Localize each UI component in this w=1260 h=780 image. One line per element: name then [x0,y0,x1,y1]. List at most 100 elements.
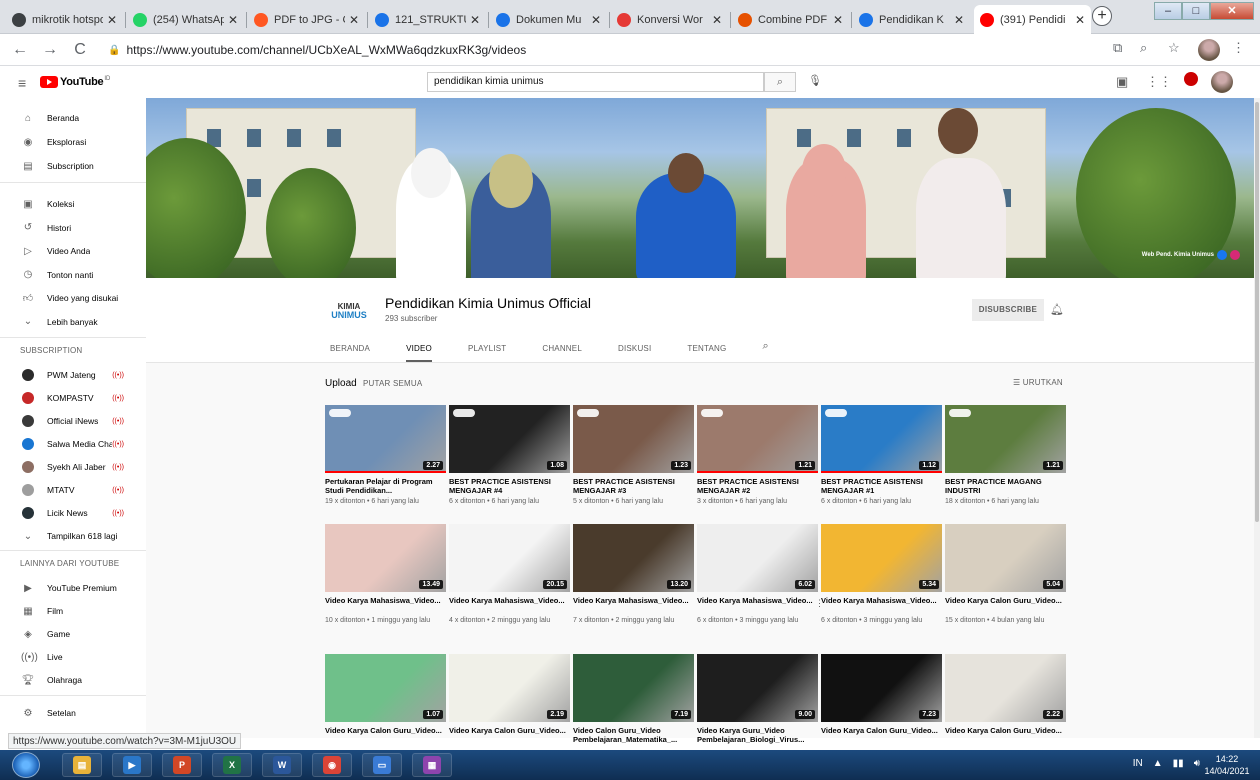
scrollbar-thumb[interactable] [1255,102,1259,522]
channel-tab-tentang[interactable]: TENTANG [687,336,726,362]
taskbar-app-winrar[interactable]: ▦ [412,753,452,777]
video-card[interactable]: 13.20 Video Karya Mahasiswa_Video... 7 x d… [573,524,694,636]
system-clock[interactable]: 14:22 14/04/2021 [1204,753,1250,777]
video-card[interactable]: 5.04 Video Karya Calon Guru_Video... 15 x … [945,524,1066,636]
sidebar-subscription-item[interactable]: Salwa Media Chan...((•)) [0,434,146,454]
taskbar-app-screen[interactable]: ▭ [362,753,402,777]
video-title[interactable]: Video Karya Guru_Video Pembelajaran_Biol… [697,727,818,744]
tab-close-icon[interactable]: ✕ [712,13,722,27]
sidebar-subscription-item[interactable]: KOMPASTV ((•)) [0,388,146,408]
tab-close-icon[interactable]: ✕ [954,13,964,27]
search-input[interactable]: pendidikan kimia unimus [427,72,764,92]
channel-tab-diskusi[interactable]: DISKUSI [618,336,651,362]
video-title[interactable]: Video Karya Calon Guru_Video... [325,727,446,736]
browser-tab[interactable]: (391) Pendidi ✕ [974,5,1091,34]
video-title[interactable]: Video Karya Mahasiswa_Video... [449,597,570,606]
video-card[interactable]: 1.21 BEST PRACTICE MAGANG INDUSTRI 18 x di… [945,405,1066,517]
sidebar-item-film[interactable]: ▦ Film [0,601,146,621]
video-thumbnail[interactable]: 9.00 [697,654,818,722]
browser-tab[interactable]: Pendidikan K ✕ [853,9,970,31]
video-title[interactable]: BEST PRACTICE ASISTENSI MENGAJAR #1 [821,478,942,495]
video-title[interactable]: Video Karya Mahasiswa_Video... [573,597,694,606]
tab-close-icon[interactable]: ✕ [1075,13,1085,27]
video-card[interactable]: 13.49 Video Karya Mahasiswa_Video... 10 x … [325,524,446,636]
video-thumbnail[interactable]: 6.02 [697,524,818,592]
browser-tab[interactable]: Dokumen Mu ✕ [490,9,607,31]
video-thumbnail[interactable]: 1.12 [821,405,942,473]
window-close-button[interactable]: ✕ [1210,2,1254,20]
video-thumbnail[interactable]: 2.22 [945,654,1066,722]
back-icon[interactable]: ← [10,40,30,60]
video-title[interactable]: Video Calon Guru_Video Pembelajaran_Mate… [573,727,694,744]
unsubscribe-button[interactable]: DISUBSCRIBE [972,299,1044,321]
instagram-icon[interactable] [1230,250,1240,260]
video-title[interactable]: Video Karya Calon Guru_Video... [945,727,1066,736]
video-title[interactable]: BEST PRACTICE ASISTENSI MENGAJAR #4 [449,478,570,495]
facebook-icon[interactable] [1217,250,1227,260]
channel-tab-playlist[interactable]: PLAYLIST [468,336,506,362]
sidebar-item-lebih-banyak[interactable]: ⌄ Lebih banyak [0,312,146,332]
new-tab-button[interactable]: + [1092,6,1112,26]
video-title[interactable]: Video Karya Calon Guru_Video... [821,727,942,736]
video-thumbnail[interactable]: 7.19 [573,654,694,722]
tab-close-icon[interactable]: ✕ [228,13,238,27]
channel-tab-video[interactable]: VIDEO [406,336,432,362]
video-thumbnail[interactable]: 1.21 [697,405,818,473]
video-card[interactable]: 1.12 BEST PRACTICE ASISTENSI MENGAJAR #1 6… [821,405,942,517]
sidebar-item-beranda[interactable]: ⌂ Beranda [0,108,146,128]
channel-tab-beranda[interactable]: BERANDA [330,336,370,362]
taskbar-app-chrome[interactable]: ◉ [312,753,352,777]
sidebar-item-game[interactable]: ◈ Game [0,624,146,644]
video-title[interactable]: Video Karya Calon Guru_Video... [449,727,570,736]
browser-profile-avatar[interactable] [1198,39,1220,61]
sidebar-item-video-yang-disukai[interactable]: 👍︎ Video yang disukai [0,288,146,308]
bookmark-star-icon[interactable]: ☆ [1168,40,1180,56]
language-indicator[interactable]: IN [1133,758,1143,769]
sidebar-subscription-item[interactable]: PWM Jateng ((•)) [0,365,146,385]
sidebar-subscription-item[interactable]: Official iNews ((•)) [0,411,146,431]
taskbar-app-media[interactable]: ▶ [112,753,152,777]
video-thumbnail[interactable]: 1.08 [449,405,570,473]
tab-close-icon[interactable]: ✕ [349,13,359,27]
install-icon[interactable]: ⧉ [1113,40,1122,56]
video-thumbnail[interactable]: 7.23 [821,654,942,722]
video-thumbnail[interactable]: 13.49 [325,524,446,592]
forward-icon[interactable]: → [40,40,60,60]
video-thumbnail[interactable]: 2.19 [449,654,570,722]
video-thumbnail[interactable]: 13.20 [573,524,694,592]
tab-close-icon[interactable]: ✕ [107,13,117,27]
video-card[interactable]: 20.15 Video Karya Mahasiswa_Video... 4 x d… [449,524,570,636]
search-button[interactable]: ⌕ [764,72,796,92]
sidebar-item-koleksi[interactable]: ▣ Koleksi [0,194,146,214]
sidebar-item-video-anda[interactable]: ▷ Video Anda [0,241,146,261]
video-card[interactable]: 1.21 BEST PRACTICE ASISTENSI MENGAJAR #2 3… [697,405,818,517]
tab-close-icon[interactable]: ✕ [591,13,601,27]
video-title[interactable]: BEST PRACTICE ASISTENSI MENGAJAR #2 [697,478,818,495]
notification-bell-icon[interactable]: 🔔︎ [1050,303,1064,316]
video-card[interactable]: 5.34 Video Karya Mahasiswa_Video... 6 x di… [821,524,942,636]
taskbar-app-word[interactable]: W [262,753,302,777]
channel-search-icon[interactable]: ⌕ [762,336,768,362]
video-thumbnail[interactable]: 5.04 [945,524,1066,592]
video-thumbnail[interactable]: 2.27 [325,405,446,473]
microphone-icon[interactable]: 🎙 [808,74,822,87]
minimize-button[interactable]: – [1154,2,1182,20]
video-card[interactable]: 1.08 BEST PRACTICE ASISTENSI MENGAJAR #4 6… [449,405,570,517]
video-title[interactable]: Video Karya Mahasiswa_Video... [697,597,818,606]
sidebar-item-eksplorasi[interactable]: ◉ Eksplorasi [0,132,146,152]
tray-expand-icon[interactable]: ▲ [1153,758,1163,769]
hamburger-menu-icon[interactable]: ≡ [18,75,26,91]
start-button[interactable] [12,752,40,778]
sidebar-subscription-item[interactable]: Syekh Ali Jaber ((•)) [0,457,146,477]
taskbar-app-powerpoint[interactable]: P [162,753,202,777]
browser-tab[interactable]: PDF to JPG - C ✕ [248,9,365,31]
account-avatar[interactable] [1211,71,1233,93]
video-thumbnail[interactable]: 20.15 [449,524,570,592]
zoom-icon[interactable]: ⌕ [1140,40,1147,56]
reload-icon[interactable]: C [70,40,90,60]
notifications-icon[interactable] [1184,72,1198,86]
browser-tab[interactable]: (254) WhatsApp ✕ [127,9,244,31]
sidebar-item-olahraga[interactable]: 🏆︎ Olahraga [0,670,146,690]
tab-close-icon[interactable]: ✕ [833,13,843,27]
sidebar-item-live[interactable]: ((•)) Live [0,647,146,667]
